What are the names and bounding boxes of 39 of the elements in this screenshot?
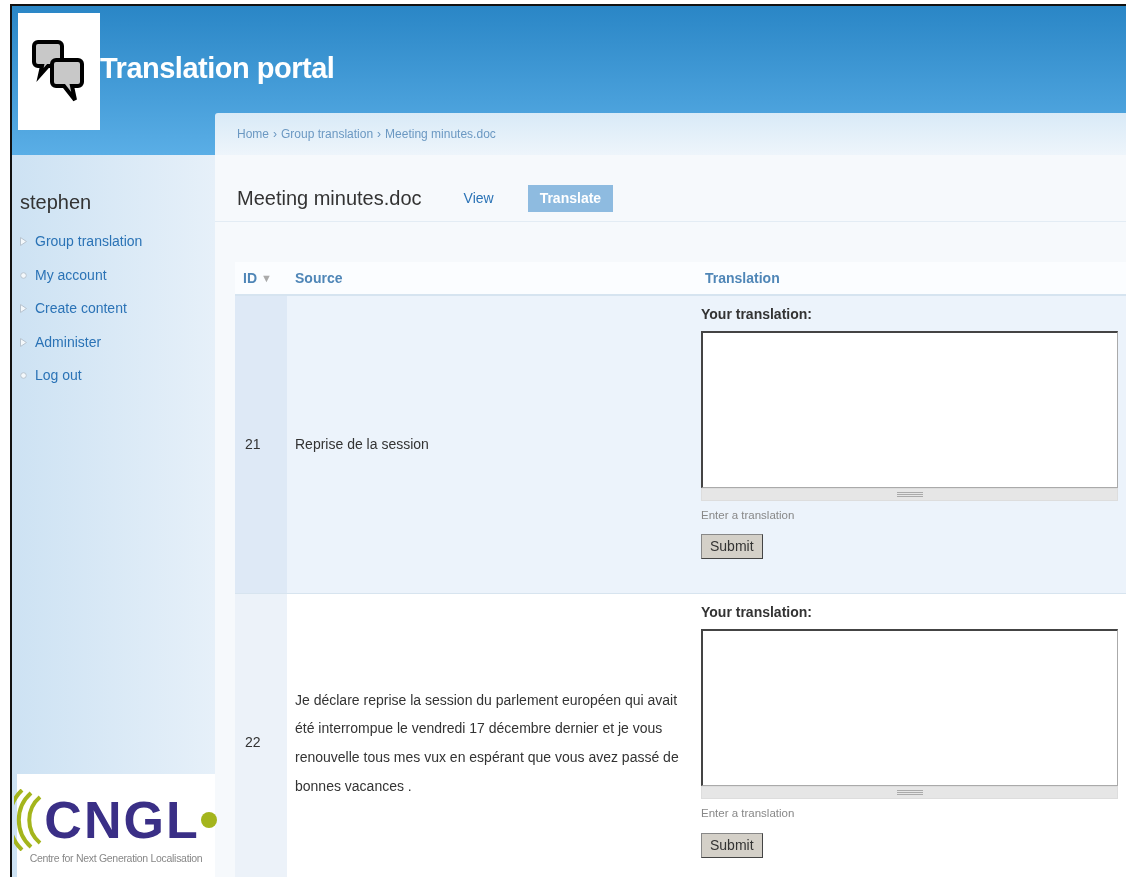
id-cell-text: 21 xyxy=(245,435,261,455)
sidebar-link[interactable]: Administer xyxy=(20,325,215,359)
sidebar-link[interactable]: Group translation xyxy=(20,225,215,259)
source-text: Reprise de la session xyxy=(295,435,429,455)
grip-lines-icon xyxy=(896,492,923,497)
breadcrumb-link[interactable]: Meeting minutes.doc xyxy=(385,125,496,143)
sidebar-link[interactable]: Create content xyxy=(20,292,215,326)
logo-tagline: Centre for Next Generation Localisation xyxy=(29,850,203,866)
column-header[interactable]: Translation xyxy=(697,267,1126,289)
site-logo[interactable] xyxy=(18,13,100,130)
submit-button[interactable]: Submit xyxy=(701,832,763,858)
submit-button[interactable]: Submit xyxy=(701,534,763,560)
translation-field[interactable] xyxy=(701,629,1118,787)
resize-handle[interactable] xyxy=(701,488,1118,501)
id-cell-text: 22 xyxy=(245,733,261,753)
column-header[interactable]: Source xyxy=(287,267,697,289)
breadcrumb-link[interactable]: Home xyxy=(237,125,269,143)
grip-lines-icon xyxy=(896,790,923,796)
column-header[interactable]: ID ▼ xyxy=(235,267,287,289)
breadcrumb-separator: › xyxy=(377,126,382,143)
sidebar-link[interactable]: My account xyxy=(20,258,215,292)
field-label: Your translation: xyxy=(701,305,813,324)
tab[interactable]: View xyxy=(451,184,506,212)
breadcrumb-separator: › xyxy=(273,126,277,143)
user-name: stephen xyxy=(20,190,93,215)
resize-handle[interactable] xyxy=(701,786,1118,800)
tab[interactable]: Translate xyxy=(527,184,614,212)
field-description: Enter a translation xyxy=(701,806,796,822)
dot-icon xyxy=(199,810,218,829)
sidebar-link[interactable]: Log out xyxy=(20,359,215,393)
field-label: Your translation: xyxy=(701,603,813,623)
translation-field[interactable] xyxy=(701,331,1118,488)
source-text: Je déclare reprise la session du parlement européen qui avait été interrompue le vendredi 17 décembre dernier et je vous renouvelle tous mes vux en espérant que vous avez passé de bonnes vacances . xyxy=(295,690,680,796)
logo-wordmark: CNGL xyxy=(44,793,200,846)
breadcrumb-link[interactable]: Group translation xyxy=(281,125,374,143)
site-title: Translation portal xyxy=(100,50,336,86)
sort-indicator[interactable]: ▼ xyxy=(261,269,272,287)
field-description: Enter a translation xyxy=(701,508,796,523)
page-title: Meeting minutes.doc xyxy=(237,186,422,211)
